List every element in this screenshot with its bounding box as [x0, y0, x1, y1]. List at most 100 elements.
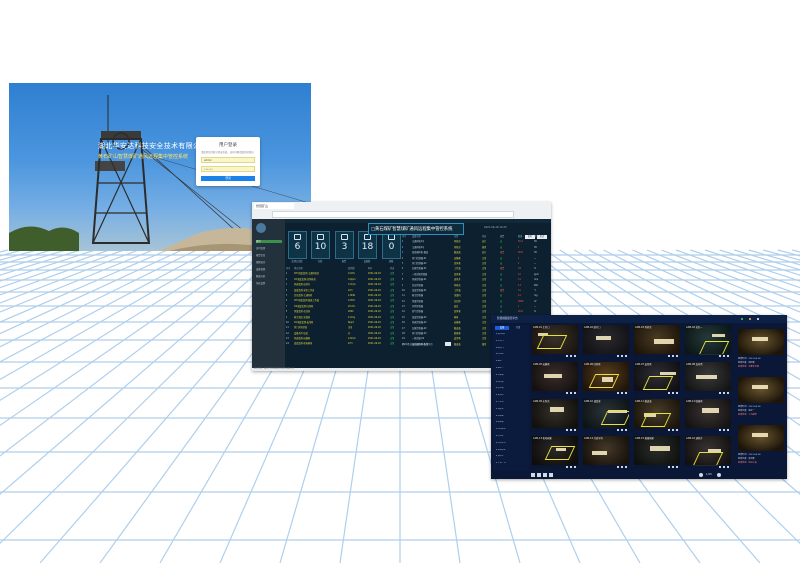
camera-feed[interactable]: CAM-16 通风井 [685, 436, 731, 468]
camera-control-icon[interactable] [570, 391, 572, 394]
camera-control-icon[interactable] [672, 428, 674, 431]
sidebar-item-video[interactable]: 视频监控 [256, 261, 282, 264]
camera-control-icon[interactable] [719, 391, 721, 394]
camera-control-icon[interactable] [566, 354, 568, 357]
pagination-button[interactable] [445, 341, 451, 346]
camera-control-icon[interactable] [570, 465, 572, 468]
alert-snapshot[interactable] [738, 329, 784, 355]
camera-control-icon[interactable] [570, 428, 572, 431]
address-bar[interactable] [272, 211, 514, 218]
camera-control-icon[interactable] [676, 465, 678, 468]
tree-item[interactable]: ▸ 炸药库 [496, 435, 528, 438]
tree-item[interactable]: ▸ 通风井 [496, 455, 528, 458]
camera-feed[interactable]: CAM-04 采区一 [685, 325, 731, 357]
tree-item[interactable]: ▸ 主井口 [496, 340, 528, 343]
camera-control-icon[interactable] [676, 428, 678, 431]
layout-2x2-icon[interactable] [537, 473, 541, 477]
camera-control-icon[interactable] [672, 354, 674, 357]
camera-control-icon[interactable] [727, 391, 729, 394]
camera-control-icon[interactable] [727, 428, 729, 431]
kpi-tile[interactable]: 6 [288, 231, 307, 259]
camera-feed[interactable]: CAM-09 水泵房 [532, 399, 578, 431]
camera-control-icon[interactable] [668, 465, 670, 468]
tree-item[interactable]: ▸ 采区一 [496, 360, 528, 363]
camera-feed[interactable]: CAM-14 井底车场 [583, 436, 629, 468]
camera-control-icon[interactable] [719, 465, 721, 468]
camera-control-icon[interactable] [723, 465, 725, 468]
camera-feed[interactable]: CAM-15 避难硐室 [634, 436, 680, 468]
table-row[interactable]: 14 温度监测-机电硐室 22℃ 2021-06-18 正常 [286, 341, 402, 346]
camera-feed[interactable]: CAM-05 运输巷 [532, 362, 578, 394]
browser-tab[interactable]: 智慧矿山 [254, 203, 294, 209]
camera-control-icon[interactable] [723, 428, 725, 431]
camera-control-icon[interactable] [621, 354, 623, 357]
camera-control-icon[interactable] [617, 465, 619, 468]
camera-control-icon[interactable] [668, 428, 670, 431]
layout-4x4-icon[interactable] [549, 473, 553, 477]
tree-item[interactable]: ▸ 工业广场 [496, 462, 528, 465]
camera-feed[interactable]: CAM-12 联络巷 [685, 399, 731, 431]
tree-item[interactable]: ▸ 风机房 [496, 353, 528, 356]
sidebar-item-home[interactable]: 首页 [256, 240, 282, 243]
camera-control-icon[interactable] [668, 354, 670, 357]
tree-item[interactable]: ▸ 副井口 [496, 347, 528, 350]
camera-control-icon[interactable] [570, 354, 572, 357]
tree-item[interactable]: ▸ 水泵房 [496, 401, 528, 404]
camera-feed[interactable]: CAM-10 调度室 [583, 399, 629, 431]
camera-feed[interactable]: CAM-02 副井口 [583, 325, 629, 357]
camera-control-icon[interactable] [574, 354, 576, 357]
kpi-tile[interactable]: 0 [382, 231, 401, 259]
camera-control-icon[interactable] [719, 428, 721, 431]
tree-item[interactable]: ▸ 避难硐室 [496, 449, 528, 452]
camera-control-icon[interactable] [672, 465, 674, 468]
camera-control-icon[interactable] [676, 391, 678, 394]
username-input[interactable]: admin [201, 157, 255, 163]
camera-control-icon[interactable] [617, 354, 619, 357]
camera-control-icon[interactable] [727, 354, 729, 357]
tree-item[interactable]: ▸ 井底车场 [496, 442, 528, 445]
sidebar-item-monitor[interactable]: 实时监测 [256, 247, 282, 250]
camera-feed[interactable]: CAM-03 风机房 [634, 325, 680, 357]
tree-item[interactable]: ▸ 掘进面 [496, 415, 528, 418]
tree-item[interactable]: ▾ 黄石煤矿 [496, 333, 528, 336]
login-button[interactable]: 登录 [201, 176, 255, 181]
tab-devices[interactable]: 设备 [495, 326, 509, 330]
camera-control-icon[interactable] [621, 465, 623, 468]
tree-item[interactable]: ▸ 变电所 [496, 394, 528, 397]
alert-snapshot[interactable] [738, 425, 784, 451]
camera-feed[interactable]: CAM-01 主井口 [532, 325, 578, 357]
camera-control-icon[interactable] [676, 354, 678, 357]
prev-page-button[interactable] [699, 473, 703, 477]
tree-item[interactable]: ▸ 回风巷 [496, 381, 528, 384]
tree-item[interactable]: ▸ 调度室 [496, 408, 528, 411]
camera-control-icon[interactable] [625, 354, 627, 357]
camera-feed[interactable]: CAM-07 皮带巷 [634, 362, 680, 394]
layout-1x1-icon[interactable] [531, 473, 535, 477]
kpi-tile[interactable]: 10 [311, 231, 330, 259]
camera-control-icon[interactable] [668, 391, 670, 394]
tree-item[interactable]: ▸ 联络巷 [496, 421, 528, 424]
alert-snapshot[interactable] [738, 377, 784, 403]
camera-control-icon[interactable] [621, 391, 623, 394]
tree-item[interactable]: ▸ 采区二 [496, 367, 528, 370]
camera-control-icon[interactable] [566, 465, 568, 468]
camera-control-icon[interactable] [723, 391, 725, 394]
camera-control-icon[interactable] [672, 391, 674, 394]
camera-control-icon[interactable] [719, 354, 721, 357]
camera-feed[interactable]: CAM-13 机电硐室 [532, 436, 578, 468]
tab-groups[interactable]: 分组 [511, 326, 525, 330]
sidebar-item-alarms[interactable]: 报警信息 [256, 254, 282, 257]
sidebar-item-devices[interactable]: 设备管理 [256, 268, 282, 271]
kpi-tile[interactable]: 18 [358, 231, 377, 259]
tree-item[interactable]: ▸ 机电硐室 [496, 428, 528, 431]
camera-control-icon[interactable] [574, 465, 576, 468]
sidebar-item-settings[interactable]: 系统设置 [256, 282, 282, 285]
camera-control-icon[interactable] [617, 391, 619, 394]
layout-3x3-icon[interactable] [543, 473, 547, 477]
camera-control-icon[interactable] [617, 428, 619, 431]
camera-control-icon[interactable] [625, 428, 627, 431]
camera-control-icon[interactable] [574, 391, 576, 394]
camera-control-icon[interactable] [621, 428, 623, 431]
camera-control-icon[interactable] [723, 354, 725, 357]
camera-feed[interactable]: CAM-11 掘进面 [634, 399, 680, 431]
